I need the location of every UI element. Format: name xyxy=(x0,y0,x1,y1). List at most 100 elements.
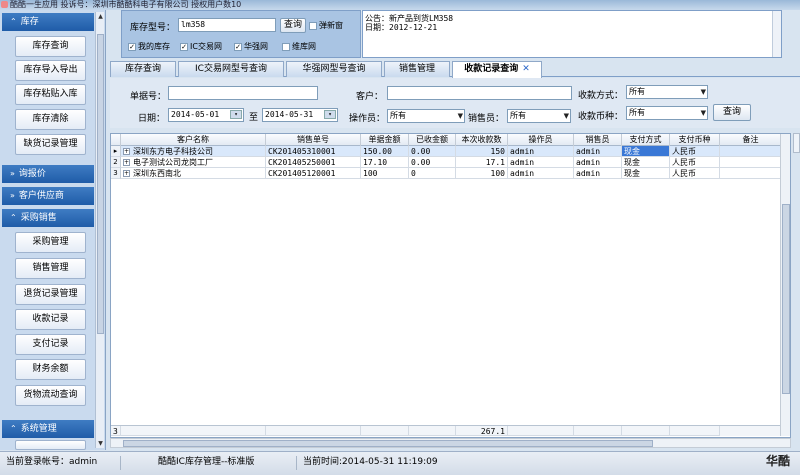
col-customer[interactable]: 客户名称 xyxy=(121,134,266,146)
check-huaqiang[interactable]: ✓ 华强网 xyxy=(234,41,268,52)
customer-input[interactable] xyxy=(387,86,572,100)
sidebar-section-system[interactable]: ⌃ 系统管理 xyxy=(2,420,94,438)
cell-salesperson[interactable]: admin xyxy=(574,157,622,168)
calendar-icon[interactable]: ▾ xyxy=(324,110,336,119)
cell-this-receipt[interactable]: 100 xyxy=(456,168,508,179)
cell-amount[interactable]: 17.10 xyxy=(361,157,409,168)
cell-received[interactable]: 0 xyxy=(409,168,456,179)
table-vscroll-thumb[interactable] xyxy=(782,204,790,394)
check-my-stock[interactable]: ✓ 我的库存 xyxy=(128,41,170,52)
order-no-input[interactable] xyxy=(168,86,318,100)
sidebar-item-goods-flow[interactable]: 货物流动查询 xyxy=(15,385,86,406)
col-this-receipt[interactable]: 本次收款数 xyxy=(456,134,508,146)
col-salesperson[interactable]: 销售员 xyxy=(574,134,622,146)
cell-salesperson[interactable]: admin xyxy=(574,146,622,157)
cell-order-no[interactable]: CK201405120001 xyxy=(266,168,361,179)
cell-operator[interactable]: admin xyxy=(508,146,574,157)
sidebar-section-customers[interactable]: » 客户供应商 xyxy=(2,187,94,205)
close-icon[interactable]: ✕ xyxy=(522,64,530,74)
calendar-icon[interactable]: ▾ xyxy=(230,110,242,119)
check-weiku[interactable]: 维库网 xyxy=(282,41,316,52)
operator-select[interactable]: 所有 ▼ xyxy=(387,109,465,123)
cell-customer[interactable]: + 深圳东方电子科技公司 xyxy=(121,146,266,157)
cell-received[interactable]: 0.00 xyxy=(409,157,456,168)
col-currency[interactable]: 支付币种 xyxy=(670,134,720,146)
col-received[interactable]: 已收金额 xyxy=(409,134,456,146)
cell-this-receipt[interactable]: 150 xyxy=(456,146,508,157)
tab-ic-trade-query[interactable]: IC交易网型号查询 xyxy=(178,61,284,77)
sidebar-item-shortage-records[interactable]: 缺货记录管理 xyxy=(15,134,86,155)
cell-remark[interactable] xyxy=(720,157,782,168)
col-operator[interactable]: 操作员 xyxy=(508,134,574,146)
table-hscroll-thumb[interactable] xyxy=(123,440,653,447)
cell-amount[interactable]: 150.00 xyxy=(361,146,409,157)
table-row[interactable]: 2 + 电子测试公司龙岗工厂 CK201405250001 17.10 0.00 … xyxy=(111,157,790,168)
tab-stock-query[interactable]: 库存查询 xyxy=(110,61,176,77)
sidebar-item-stock-paste-import[interactable]: 库存粘贴入库 xyxy=(15,84,86,105)
sidebar-item-return-records[interactable]: 退货记录管理 xyxy=(15,284,86,305)
sidebar-item-receipt-records[interactable]: 收款记录 xyxy=(15,309,86,330)
cell-received[interactable]: 0.00 xyxy=(409,146,456,157)
popup-checkbox[interactable]: 弹新窗 xyxy=(309,20,343,31)
cell-currency[interactable]: 人民币 xyxy=(670,157,720,168)
tab-huaqiang-query[interactable]: 华强网型号查询 xyxy=(286,61,382,77)
stock-query-button[interactable]: 查询 xyxy=(280,18,306,33)
announcement-scrollbar[interactable] xyxy=(772,11,781,57)
sidebar-item-sales-management[interactable]: 销售管理 xyxy=(15,258,86,279)
tab-receipt-query[interactable]: 收款记录查询 ✕ xyxy=(452,61,542,78)
cell-remark[interactable] xyxy=(720,168,782,179)
cell-amount[interactable]: 100 xyxy=(361,168,409,179)
date-to-input[interactable]: 2014-05-31 ▾ xyxy=(262,108,338,122)
cell-customer[interactable]: + 深圳东西南北 xyxy=(121,168,266,179)
sidebar-section-quote[interactable]: » 询报价 xyxy=(2,165,94,183)
cell-order-no[interactable]: CK201405310001 xyxy=(266,146,361,157)
cell-salesperson[interactable]: admin xyxy=(574,168,622,179)
scroll-down-icon[interactable]: ▼ xyxy=(96,439,105,448)
expand-icon[interactable]: + xyxy=(123,170,130,177)
expand-icon[interactable]: + xyxy=(123,148,130,155)
currency-select[interactable]: 所有 ▼ xyxy=(626,106,708,120)
table-row[interactable]: ▸ + 深圳东方电子科技公司 CK201405310001 150.00 0.00… xyxy=(111,146,790,157)
cell-remark[interactable] xyxy=(720,146,782,157)
sidebar-scrollbar[interactable]: ▲ ▼ xyxy=(95,12,104,448)
sidebar-item-stock-query[interactable]: 库存查询 xyxy=(15,36,86,57)
cell-customer[interactable]: + 电子测试公司龙岗工厂 xyxy=(121,157,266,168)
sidebar-item-stock-clear[interactable]: 库存清除 xyxy=(15,109,86,130)
sidebar-item-purchase-management[interactable]: 采购管理 xyxy=(15,232,86,253)
collapsed-panel-edge[interactable] xyxy=(793,133,800,153)
salesperson-select[interactable]: 所有 ▼ xyxy=(507,109,571,123)
sidebar-section-stock[interactable]: ⌃ 库存 xyxy=(2,13,94,31)
col-remark[interactable]: 备注 xyxy=(720,134,782,146)
cell-pay-method[interactable]: 现金 xyxy=(622,157,670,168)
table-horizontal-scrollbar[interactable] xyxy=(110,438,791,448)
cell-order-no[interactable]: CK201405250001 xyxy=(266,157,361,168)
tab-sales-management[interactable]: 销售管理 xyxy=(384,61,450,77)
stock-model-input[interactable]: lm358 xyxy=(178,18,276,32)
cell-operator[interactable]: admin xyxy=(508,157,574,168)
col-pay-method[interactable]: 支付方式 xyxy=(622,134,670,146)
date-from-input[interactable]: 2014-05-01 ▾ xyxy=(168,108,244,122)
sidebar-section-purchase-sales[interactable]: ⌃ 采购销售 xyxy=(2,209,94,227)
summary-count: 3 xyxy=(111,426,121,436)
cell-operator[interactable]: admin xyxy=(508,168,574,179)
cell-this-receipt[interactable]: 17.1 xyxy=(456,157,508,168)
sidebar-item-finance-balance[interactable]: 财务余额 xyxy=(15,359,86,380)
cell-currency[interactable]: 人民币 xyxy=(670,168,720,179)
cell-currency[interactable]: 人民币 xyxy=(670,146,720,157)
scroll-up-icon[interactable]: ▲ xyxy=(96,12,105,21)
table-row[interactable]: 3 + 深圳东西南北 CK201405120001 100 0 100 admin… xyxy=(111,168,790,179)
payment-method-select[interactable]: 所有 ▼ xyxy=(626,85,708,99)
sidebar-item-payment-records[interactable]: 支付记录 xyxy=(15,334,86,355)
table-vertical-scrollbar[interactable] xyxy=(780,134,790,436)
sidebar-scroll-thumb[interactable] xyxy=(97,34,104,334)
sidebar-item-partial[interactable] xyxy=(15,440,86,450)
checkmark-icon: ✓ xyxy=(180,42,188,51)
sidebar-item-stock-import-export[interactable]: 库存导入导出 xyxy=(15,60,86,81)
check-ic-trade[interactable]: ✓ IC交易网 xyxy=(180,41,222,52)
col-amount[interactable]: 单据金额 xyxy=(361,134,409,146)
col-order-no[interactable]: 销售单号 xyxy=(266,134,361,146)
filter-query-button[interactable]: 查询 xyxy=(713,104,751,121)
cell-pay-method[interactable]: 现金 xyxy=(622,168,670,179)
expand-icon[interactable]: + xyxy=(123,159,130,166)
cell-pay-method[interactable]: 现金 xyxy=(622,146,670,157)
